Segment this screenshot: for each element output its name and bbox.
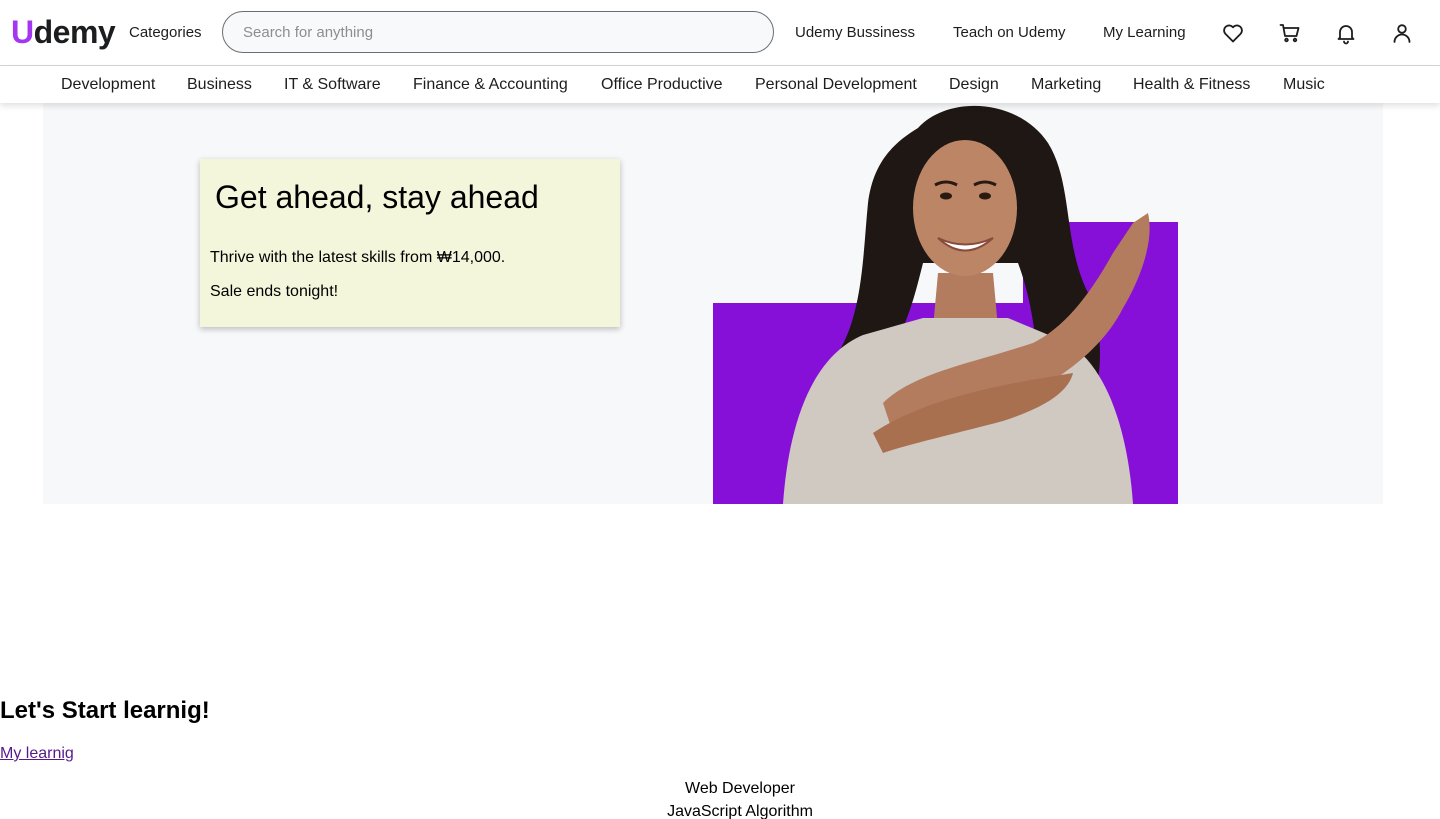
category-finance-accounting[interactable]: Finance & Accounting [413,75,568,94]
promo-title: Get ahead, stay ahead [215,179,539,215]
my-learning-link[interactable]: My Learning [1103,24,1186,42]
category-office-productive[interactable]: Office Productive [601,75,723,94]
category-personal-development[interactable]: Personal Development [755,75,917,94]
top-header: Udemy Categories Udemy Bussiness Teach o… [0,0,1440,66]
hero-banner: Get ahead, stay ahead Thrive with the la… [43,103,1383,504]
udemy-business-link[interactable]: Udemy Bussiness [795,24,915,42]
category-development[interactable]: Development [61,75,155,94]
hero-woman-image [783,105,1150,504]
course-item[interactable]: JavaScript Algorithm [540,800,940,819]
promo-card: Get ahead, stay ahead Thrive with the la… [200,159,620,327]
my-learning-anchor[interactable]: My learnig [0,744,74,763]
section-title: Let's Start learnig! [0,697,210,724]
category-it-software[interactable]: IT & Software [284,75,381,94]
category-design[interactable]: Design [949,75,999,94]
udemy-logo[interactable]: Udemy [11,12,116,52]
category-business[interactable]: Business [187,75,252,94]
course-list: Web Developer JavaScript Algorithm [540,777,940,819]
cart-icon[interactable] [1278,21,1302,45]
category-music[interactable]: Music [1283,75,1325,94]
category-health-fitness[interactable]: Health & Fitness [1133,75,1250,94]
logo-text: demy [33,14,116,50]
logo-letter-u: U [11,14,34,50]
course-item[interactable]: Web Developer [540,777,940,800]
user-icon[interactable] [1390,21,1414,45]
category-nav: Development Business IT & Software Finan… [0,66,1440,103]
heart-icon[interactable] [1221,21,1245,45]
teach-on-udemy-link[interactable]: Teach on Udemy [953,24,1066,42]
bell-icon[interactable] [1334,21,1358,45]
category-marketing[interactable]: Marketing [1031,75,1101,94]
promo-text: Thrive with the latest skills from ₩14,0… [210,249,506,266]
search-input[interactable] [243,12,753,52]
search-bar[interactable] [222,11,774,53]
sale-notice: Sale ends tonight! [210,283,339,300]
categories-menu[interactable]: Categories [129,24,202,42]
